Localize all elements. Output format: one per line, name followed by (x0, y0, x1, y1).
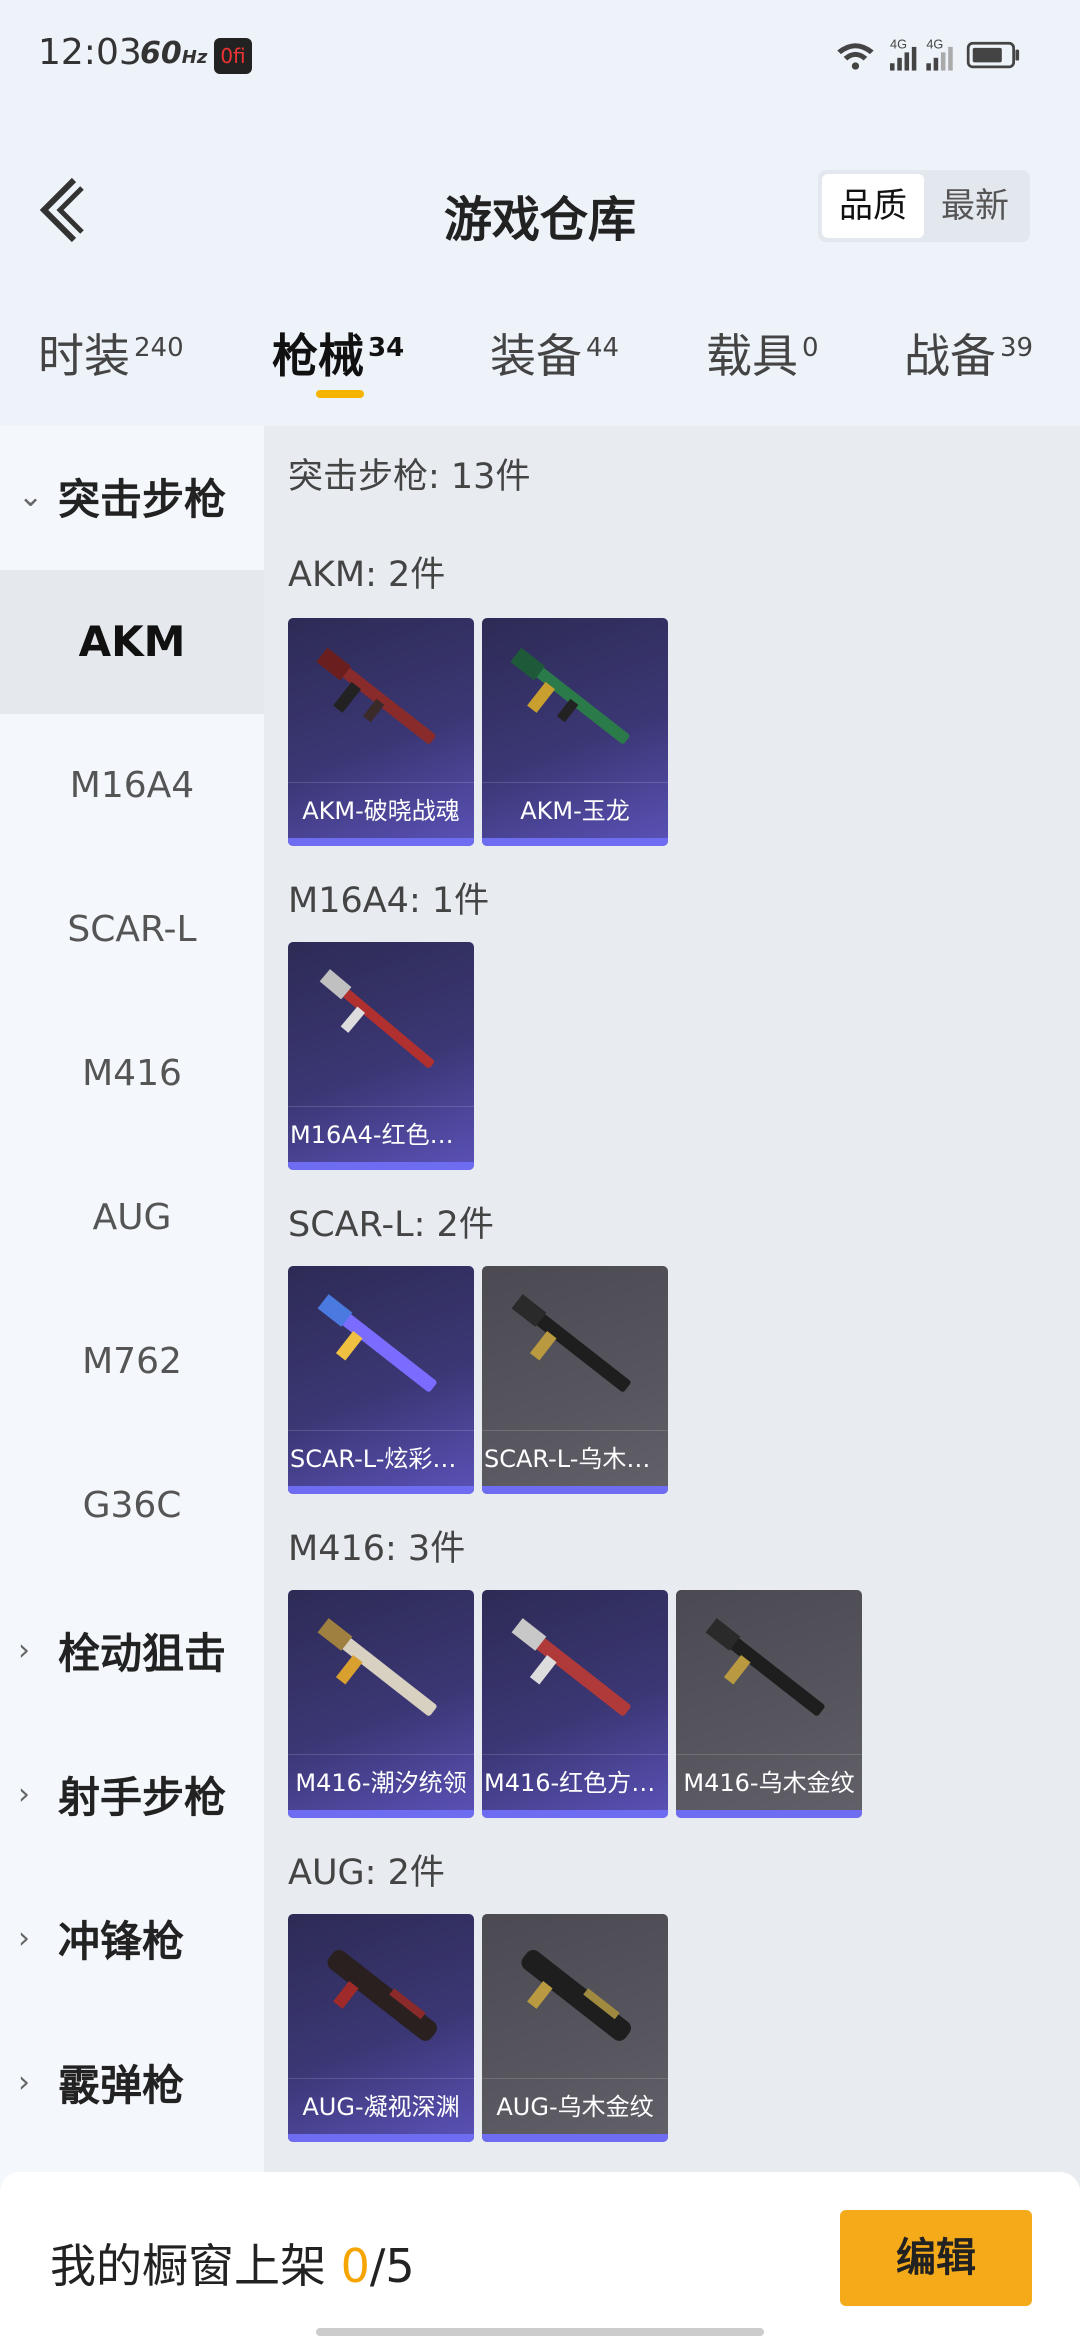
active-tab-indicator (316, 390, 364, 398)
quality-bar (676, 1810, 862, 1818)
tab-vehicles[interactable]: 载具 0 (706, 320, 819, 386)
weapon-card[interactable]: SCAR-L-炫彩节... (288, 1266, 474, 1494)
chevron-right-icon: › (18, 1776, 30, 1812)
signal-label-2: 4G (926, 37, 943, 52)
group-title-m416: M416: 3件 (288, 1529, 466, 1569)
weapon-card-label: AUG-乌木金纹 (482, 2078, 668, 2134)
subitem-akm[interactable]: AKM (0, 570, 264, 714)
category-label: 栓动狙击 (58, 1628, 227, 1678)
rifle-icon (511, 1618, 631, 1716)
tab-supplies[interactable]: 战备 39 (904, 320, 1033, 386)
chevron-right-icon: › (18, 1920, 30, 1956)
sort-toggle: 品质 最新 (818, 170, 1030, 242)
rifle-icon (510, 647, 630, 744)
weapon-card-label: M416-乌木金纹 (676, 1754, 862, 1810)
weapon-card-label: M416-潮汐统领 (288, 1754, 474, 1810)
status-bar: 12:03 60Hz 0fi 4G 4G (0, 0, 1080, 112)
quality-bar (288, 838, 474, 846)
weapon-card-label: AKM-玉龙 (482, 782, 668, 838)
battery-icon (966, 41, 1020, 69)
rifle-icon (705, 1618, 825, 1716)
group-title-akm: AKM: 2件 (288, 555, 446, 595)
category-assault-rifle[interactable]: ⌄ 突击步枪 (0, 446, 264, 546)
quality-bar (288, 1486, 474, 1494)
quality-bar (288, 1810, 474, 1818)
category-marksman-rifle[interactable]: › 射手步枪 (0, 1744, 264, 1844)
rifle-icon (511, 1294, 631, 1392)
weapon-card[interactable]: M16A4-红色方... (288, 942, 474, 1170)
rifle-icon (327, 1949, 437, 2041)
group-title-scar-l: SCAR-L: 2件 (288, 1205, 494, 1245)
showcase-status: 我的橱窗上架 0/5 (50, 2239, 415, 2293)
subitem-m16a4[interactable]: M16A4 (0, 714, 264, 858)
category-label: 突击步枪 (58, 474, 227, 524)
weapon-card[interactable]: AUG-乌木金纹 (482, 1914, 668, 2142)
quality-bar (288, 1162, 474, 1170)
weapon-card-label: M416-红色方程... (482, 1754, 668, 1810)
app-notification-icon: 0fi (214, 38, 252, 74)
bottom-bar: 我的橱窗上架 0/5 编辑 (0, 2172, 1080, 2340)
rifle-icon (317, 1294, 437, 1392)
quality-bar (482, 1486, 668, 1494)
weapon-card-label: AKM-破晓战魂 (288, 782, 474, 838)
chevron-down-icon: ⌄ (18, 478, 44, 514)
tab-fashion[interactable]: 时装 240 (38, 320, 184, 386)
weapon-card-label: AUG-凝视深渊 (288, 2078, 474, 2134)
rifle-icon (317, 1618, 437, 1716)
category-tabs: 时装 240 枪械 34 装备 44 载具 0 战备 39 (0, 300, 1080, 410)
weapon-card-label: SCAR-L-乌木金... (482, 1430, 668, 1486)
wifi-icon (837, 43, 874, 70)
status-icons: 4G 4G (837, 37, 1020, 71)
chevron-right-icon: › (18, 2064, 30, 2100)
quality-bar (482, 838, 668, 846)
category-shotgun[interactable]: › 霰弹枪 (0, 2032, 264, 2132)
chevron-right-icon: › (18, 1632, 30, 1668)
quality-bar (482, 2134, 668, 2142)
weapon-card[interactable]: AUG-凝视深渊 (288, 1914, 474, 2142)
quality-bar (482, 1810, 668, 1818)
weapon-sidebar: ⌄ 突击步枪 AKM M16A4 SCAR-L M416 AUG M762 G3… (0, 426, 264, 2186)
group-title-m16a4: M16A4: 1件 (288, 881, 490, 921)
section-title: 突击步枪: 13件 (288, 457, 531, 497)
weapon-card[interactable]: SCAR-L-乌木金... (482, 1266, 668, 1494)
sort-option-latest[interactable]: 最新 (924, 174, 1026, 238)
edit-button[interactable]: 编辑 (840, 2210, 1032, 2306)
category-label: 霰弹枪 (58, 2060, 185, 2110)
weapon-card-label: M16A4-红色方... (288, 1106, 474, 1162)
tab-firearms[interactable]: 枪械 34 (272, 320, 404, 386)
rifle-icon (319, 969, 435, 1068)
group-title-aug: AUG: 2件 (288, 1853, 445, 1893)
weapon-card[interactable]: AKM-玉龙 (482, 618, 668, 846)
quality-bar (288, 2134, 474, 2142)
sort-option-quality[interactable]: 品质 (822, 174, 924, 238)
weapon-card[interactable]: AKM-破晓战魂 (288, 618, 474, 846)
subitem-m762[interactable]: M762 (0, 1290, 264, 1434)
signal-label-1: 4G (890, 37, 907, 52)
showcase-current: 0 (340, 2239, 370, 2293)
weapon-card[interactable]: M416-乌木金纹 (676, 1590, 862, 1818)
category-smg[interactable]: › 冲锋枪 (0, 1888, 264, 1988)
category-label: 射手步枪 (58, 1772, 227, 1822)
weapon-card[interactable]: M416-红色方程... (482, 1590, 668, 1818)
subitem-scar-l[interactable]: SCAR-L (0, 858, 264, 1002)
weapon-card-label: SCAR-L-炫彩节... (288, 1430, 474, 1486)
category-bolt-sniper[interactable]: › 栓动狙击 (0, 1600, 264, 1700)
status-time: 12:03 (38, 32, 142, 73)
showcase-total: /5 (369, 2239, 415, 2293)
subitem-m416[interactable]: M416 (0, 1002, 264, 1146)
home-indicator[interactable] (316, 2328, 764, 2336)
subitem-aug[interactable]: AUG (0, 1146, 264, 1290)
refresh-rate: 60Hz (140, 36, 208, 71)
rifle-icon (316, 647, 436, 744)
weapon-content: 突击步枪: 13件 AKM: 2件 AKM-破晓战魂 AKM-玉龙 M16A4:… (264, 426, 1080, 2186)
category-label: 冲锋枪 (58, 1916, 185, 1966)
rifle-icon (521, 1949, 631, 2041)
tab-equipment[interactable]: 装备 44 (490, 320, 619, 386)
subitem-g36c[interactable]: G36C (0, 1434, 264, 1578)
weapon-card[interactable]: M416-潮汐统领 (288, 1590, 474, 1818)
header: 游戏仓库 品质 最新 (0, 150, 1080, 270)
